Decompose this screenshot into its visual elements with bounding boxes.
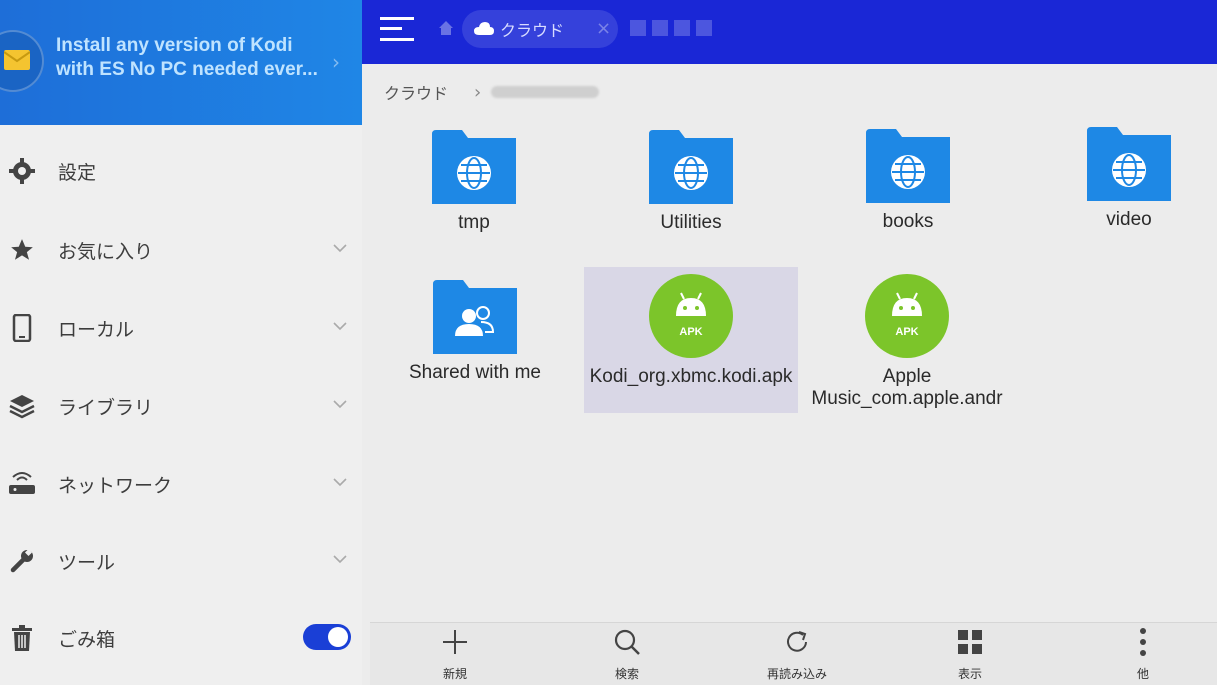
mail-icon: [0, 30, 44, 92]
chevron-right-icon: ›: [332, 50, 340, 74]
cloud-folder-icon: [649, 130, 733, 204]
reload-button[interactable]: 再読み込み: [742, 627, 852, 682]
cloud-folder-icon: [1087, 127, 1171, 201]
view-label: 表示: [957, 667, 982, 681]
breadcrumb-current-blurred[interactable]: [491, 86, 600, 98]
cloud-folder-icon: [866, 129, 950, 203]
file-name: tmp: [458, 212, 490, 233]
phone-icon: [8, 314, 36, 342]
recycle-bin-toggle[interactable]: [303, 624, 351, 650]
sidebar-item-label: ツール: [58, 551, 116, 574]
more-label: 他: [1136, 667, 1149, 681]
sidebar-item-tools[interactable]: ツール: [0, 531, 362, 591]
wrench-icon: [8, 547, 36, 575]
file-item-apk-selected[interactable]: APK Kodi_org.xbmc.kodi.apk: [584, 267, 798, 413]
top-app-bar: クラウド ×: [362, 0, 1217, 64]
android-apk-icon: APK: [865, 274, 949, 358]
chevron-down-icon[interactable]: [332, 396, 348, 412]
apk-badge-text: APK: [895, 326, 919, 338]
grid-view-icon: [955, 627, 985, 657]
breadcrumb: クラウド ›: [384, 80, 600, 104]
sidebar-item-label: ネットワーク: [58, 474, 173, 497]
sidebar-item-label: 設定: [58, 161, 97, 184]
gear-icon: [8, 157, 36, 185]
sidebar-item-library[interactable]: ライブラリ: [0, 376, 362, 436]
tab-label: クラウド: [500, 21, 565, 40]
file-name: Shared with me: [408, 362, 541, 383]
trash-icon: [8, 624, 36, 652]
more-vert-icon: [1128, 627, 1158, 657]
tab-cloud[interactable]: クラウド ×: [462, 10, 618, 48]
chevron-down-icon[interactable]: [332, 240, 348, 256]
search-label: 検索: [614, 667, 639, 681]
chevron-down-icon[interactable]: [332, 474, 348, 490]
star-icon: [8, 236, 36, 264]
search-button[interactable]: 検索: [572, 627, 682, 682]
file-name: video: [1106, 209, 1152, 230]
breadcrumb-root[interactable]: クラウド: [384, 80, 448, 104]
sidebar-item-label: ローカル: [58, 318, 135, 341]
search-icon: [612, 627, 642, 657]
sidebar-item-label: ライブラリ: [58, 396, 154, 419]
promo-text: Install any version of Kodi with ES No P…: [56, 34, 324, 82]
file-name: books: [882, 211, 934, 232]
router-icon: [8, 470, 36, 498]
file-item-folder[interactable]: books: [801, 129, 1015, 233]
toggle-knob: [328, 627, 348, 647]
hamburger-menu-icon[interactable]: [380, 14, 414, 44]
sidebar-item-label: お気に入り: [58, 240, 154, 263]
sidebar-item-network[interactable]: ネットワーク: [0, 454, 362, 514]
plus-icon: [440, 627, 470, 657]
android-apk-icon: APK: [649, 274, 733, 358]
tab-thumb[interactable]: [674, 20, 690, 36]
refresh-icon: [782, 627, 812, 657]
promo-banner[interactable]: Install any version of Kodi with ES No P…: [0, 0, 362, 125]
chevron-down-icon[interactable]: [332, 318, 348, 334]
tab-thumb[interactable]: [652, 20, 668, 36]
file-name: Kodi_org.xbmc.kodi.apk: [589, 366, 793, 387]
tab-thumb[interactable]: [696, 20, 712, 36]
more-button[interactable]: 他: [1088, 627, 1198, 682]
apk-badge-text: APK: [679, 326, 703, 338]
sidebar-item-settings[interactable]: 設定: [0, 141, 362, 201]
chevron-down-icon[interactable]: [332, 551, 348, 567]
promo-line-1: Install any version of Kodi: [56, 35, 293, 56]
sidebar-item-favorites[interactable]: お気に入り: [0, 220, 362, 280]
cloud-folder-icon: [432, 130, 516, 204]
sidebar-item-label: ごみ箱: [58, 628, 116, 651]
new-label: 新規: [442, 667, 467, 681]
close-icon[interactable]: ×: [596, 18, 611, 39]
bottom-toolbar: 新規 検索 再読み込み 表示 他: [370, 622, 1217, 685]
new-button[interactable]: 新規: [400, 627, 510, 682]
promo-line-2: with ES No PC needed ever...: [56, 59, 318, 80]
file-name: Utilities: [660, 212, 722, 233]
view-button[interactable]: 表示: [915, 627, 1025, 682]
file-item-apk[interactable]: APK Apple Music_com.apple.andr: [800, 274, 1014, 410]
file-item-folder[interactable]: Utilities: [584, 130, 798, 234]
reload-label: 再読み込み: [766, 667, 827, 681]
tab-thumb[interactable]: [630, 20, 646, 36]
home-icon[interactable]: [438, 20, 454, 36]
sidebar-item-local[interactable]: ローカル: [0, 298, 362, 358]
navigation-drawer: Install any version of Kodi with ES No P…: [0, 0, 362, 685]
file-item-folder[interactable]: tmp: [367, 130, 581, 234]
file-item-folder[interactable]: video: [1022, 127, 1217, 231]
layers-icon: [8, 392, 36, 420]
file-item-folder[interactable]: Shared with me: [368, 280, 582, 384]
shared-folder-icon: [433, 280, 517, 354]
file-name: Apple Music_com.apple.andr: [811, 366, 1003, 409]
window-tabs-placeholder: [630, 20, 712, 36]
chevron-right-icon: ›: [474, 81, 482, 103]
cloud-icon: [474, 22, 494, 35]
